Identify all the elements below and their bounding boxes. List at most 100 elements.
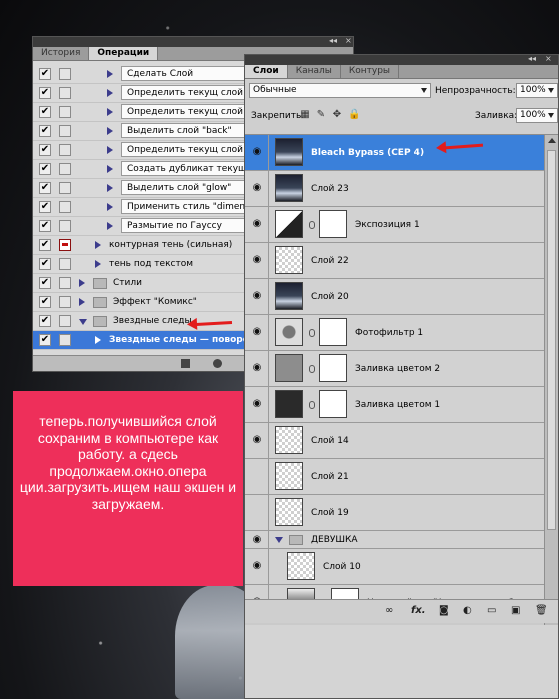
toggle-checkbox[interactable]: ✔ — [39, 239, 51, 251]
actions-panel-titlebar[interactable]: ◂◂ × — [33, 36, 353, 47]
toggle-checkbox[interactable]: ✔ — [39, 68, 51, 80]
chain-link-icon[interactable] — [309, 401, 315, 409]
dialog-toggle[interactable] — [59, 334, 71, 346]
toggle-checkbox[interactable]: ✔ — [39, 277, 51, 289]
tab-history[interactable]: История — [33, 47, 90, 60]
layer-row[interactable]: ◉ Фотофильтр 1 — [245, 315, 544, 351]
lock-position-icon[interactable]: ✥ — [332, 110, 342, 120]
toggle-checkbox[interactable]: ✔ — [39, 163, 51, 175]
expand-triangle-icon[interactable] — [107, 203, 113, 211]
eye-icon[interactable]: ◉ — [251, 435, 263, 445]
delete-layer-icon[interactable]: 🗑 — [535, 606, 548, 616]
dialog-toggle[interactable] — [59, 87, 71, 99]
eye-icon[interactable] — [251, 471, 263, 481]
dialog-toggle[interactable] — [59, 315, 71, 327]
layer-group-row[interactable]: ◉ ДЕВУШКА — [245, 531, 544, 549]
new-group-icon[interactable]: ▭ — [487, 606, 496, 616]
eye-icon[interactable]: ◉ — [251, 183, 263, 193]
stop-icon[interactable] — [181, 359, 190, 368]
record-icon[interactable] — [213, 359, 222, 368]
dialog-toggle[interactable] — [59, 182, 71, 194]
scroll-up-icon[interactable] — [548, 138, 556, 143]
adjustment-layer-icon[interactable]: ◐ — [463, 606, 472, 616]
layer-row[interactable]: ◉ Слой 14 — [245, 423, 544, 459]
toggle-checkbox[interactable]: ✔ — [39, 106, 51, 118]
eye-icon[interactable]: ◉ — [251, 399, 263, 409]
toggle-checkbox[interactable]: ✔ — [39, 201, 51, 213]
eye-icon[interactable]: ◉ — [251, 363, 263, 373]
expand-triangle-icon[interactable] — [79, 319, 87, 325]
collapse-icon[interactable]: ◂◂ — [528, 54, 536, 63]
new-layer-icon[interactable]: ▣ — [511, 606, 520, 616]
layer-row[interactable]: ◉ Заливка цветом 2 — [245, 351, 544, 387]
toggle-checkbox[interactable]: ✔ — [39, 87, 51, 99]
expand-triangle-icon[interactable] — [107, 146, 113, 154]
tab-channels[interactable]: Каналы — [288, 65, 341, 78]
dialog-toggle[interactable] — [59, 296, 71, 308]
opacity-field[interactable]: 100% — [516, 83, 558, 98]
expand-triangle-icon[interactable] — [107, 127, 113, 135]
expand-triangle-icon[interactable] — [107, 165, 113, 173]
tab-layers[interactable]: Слои — [245, 65, 288, 78]
layer-row[interactable]: ◉ Bleach Bypass (CEP 4) — [245, 135, 544, 171]
toggle-checkbox[interactable]: ✔ — [39, 258, 51, 270]
collapse-icon[interactable]: ◂◂ — [329, 36, 337, 45]
fx-icon[interactable]: fx. — [411, 606, 426, 616]
lock-pixels-icon[interactable]: ✎ — [316, 110, 326, 120]
layer-row[interactable]: ◉ Слой 23 — [245, 171, 544, 207]
eye-icon[interactable]: ◉ — [251, 561, 263, 571]
eye-icon[interactable]: ◉ — [251, 219, 263, 229]
toggle-checkbox[interactable]: ✔ — [39, 220, 51, 232]
toggle-checkbox[interactable]: ✔ — [39, 315, 51, 327]
dialog-toggle[interactable] — [59, 68, 71, 80]
toggle-checkbox[interactable]: ✔ — [39, 334, 51, 346]
layer-row[interactable]: Слой 21 — [245, 459, 544, 495]
layer-row[interactable]: ◉ Слой 22 — [245, 243, 544, 279]
eye-icon[interactable] — [251, 507, 263, 517]
blend-mode-select[interactable]: Обычные — [249, 83, 431, 98]
fill-field[interactable]: 100% — [516, 108, 558, 123]
toggle-checkbox[interactable]: ✔ — [39, 296, 51, 308]
expand-triangle-icon[interactable] — [95, 241, 101, 249]
dialog-toggle[interactable] — [59, 144, 71, 156]
layer-mask-thumbnail[interactable] — [319, 354, 347, 382]
link-layers-icon[interactable]: ∞ — [385, 606, 393, 616]
dialog-toggle[interactable] — [59, 277, 71, 289]
lock-transparency-icon[interactable]: ▦ — [300, 110, 310, 120]
dialog-toggle[interactable] — [59, 220, 71, 232]
toggle-checkbox[interactable]: ✔ — [39, 144, 51, 156]
layer-row[interactable]: ◉ Слой 10 — [245, 549, 544, 585]
dialog-toggle[interactable] — [59, 106, 71, 118]
layers-panel-titlebar[interactable]: ◂◂ × — [245, 54, 558, 65]
expand-triangle-icon[interactable] — [95, 260, 101, 268]
toggle-checkbox[interactable]: ✔ — [39, 125, 51, 137]
expand-triangle-icon[interactable] — [275, 537, 283, 543]
chain-link-icon[interactable] — [309, 221, 315, 229]
add-mask-icon[interactable]: ◙ — [439, 606, 449, 616]
tab-paths[interactable]: Контуры — [341, 65, 400, 78]
layer-mask-thumbnail[interactable] — [319, 390, 347, 418]
expand-triangle-icon[interactable] — [107, 184, 113, 192]
eye-icon[interactable]: ◉ — [251, 535, 263, 545]
layers-list[interactable]: ◉ Bleach Bypass (CEP 4) ◉ Слой 23 ◉ Экспозици… — [245, 135, 558, 625]
tab-actions[interactable]: Операции — [89, 47, 159, 60]
layers-scrollbar[interactable] — [544, 135, 558, 625]
layer-row[interactable]: ◉ Заливка цветом 1 — [245, 387, 544, 423]
eye-icon[interactable]: ◉ — [251, 327, 263, 337]
layer-mask-thumbnail[interactable] — [319, 318, 347, 346]
dialog-toggle[interactable] — [59, 239, 71, 251]
dialog-toggle[interactable] — [59, 163, 71, 175]
toggle-checkbox[interactable]: ✔ — [39, 182, 51, 194]
expand-triangle-icon[interactable] — [79, 298, 85, 306]
layer-row[interactable]: ◉ Экспозиция 1 — [245, 207, 544, 243]
dialog-toggle[interactable] — [59, 258, 71, 270]
dialog-toggle[interactable] — [59, 201, 71, 213]
close-icon[interactable]: × — [545, 54, 552, 63]
expand-triangle-icon[interactable] — [79, 279, 85, 287]
layer-row[interactable]: ◉ Слой 20 — [245, 279, 544, 315]
close-icon[interactable]: × — [345, 36, 352, 45]
layer-row[interactable]: Слой 19 — [245, 495, 544, 531]
eye-icon[interactable]: ◉ — [251, 291, 263, 301]
chain-link-icon[interactable] — [309, 329, 315, 337]
eye-icon[interactable]: ◉ — [251, 147, 263, 157]
